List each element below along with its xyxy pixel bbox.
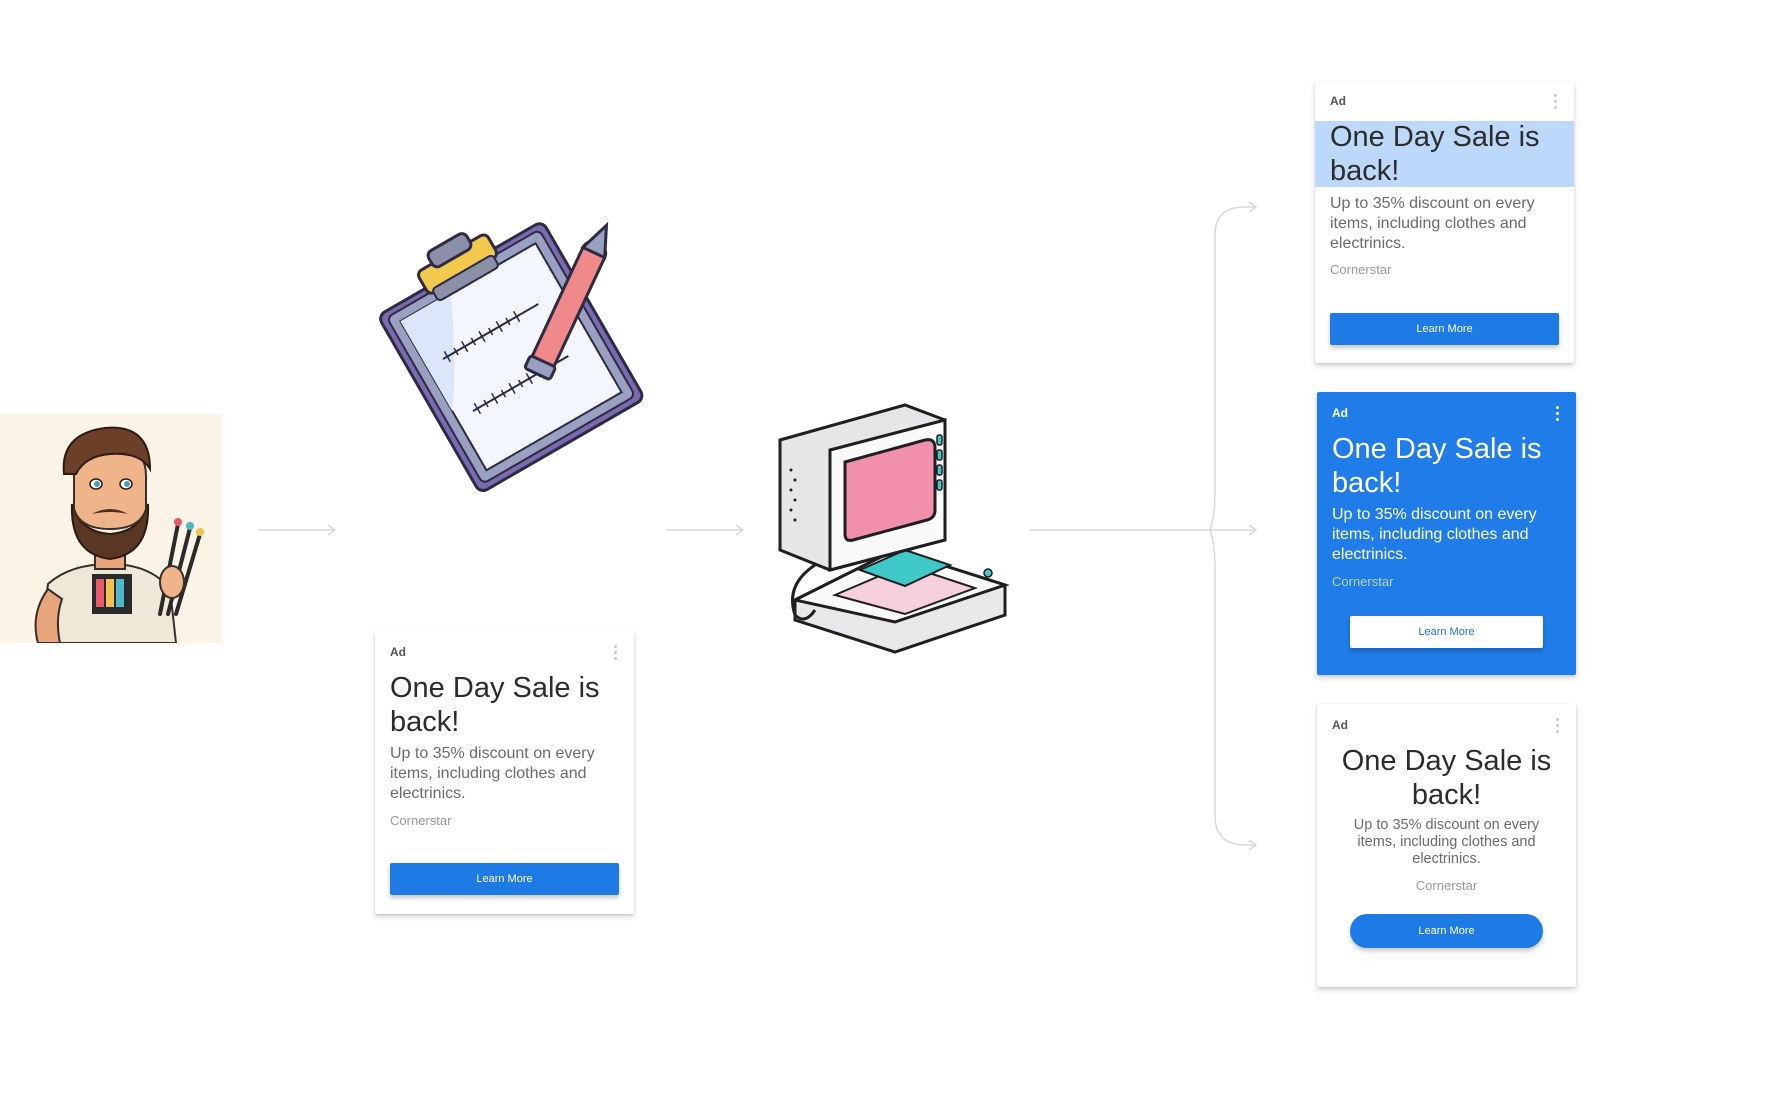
ad-description: Up to 35% discount on every items, inclu… [390,745,595,802]
ad-brand: Cornerstar [1332,574,1394,589]
designer-icon [34,426,204,643]
ad-description: Up to 35% discount on every items, inclu… [1353,817,1540,867]
ad-brand: Cornerstar [390,813,452,828]
learn-more-button[interactable]: Learn More [1350,616,1543,648]
learn-more-button[interactable]: Learn More [1330,313,1559,345]
ad-title: One Day Sale is back! [1341,745,1552,811]
ad-card-source[interactable]: Ad One Day Sale is back! Up to 35% disco… [375,631,634,914]
ad-label: Ad [1330,94,1346,108]
ad-title: One Day Sale is back! [1330,121,1540,187]
ad-card-variant-blue[interactable]: Ad One Day Sale is back! Up to 35% disco… [1317,392,1576,675]
arrow-clipboard-to-computer [666,524,745,536]
ad-label: Ad [390,645,406,659]
arrow-avatar-to-clipboard [258,524,337,536]
more-options-icon[interactable] [1556,406,1560,424]
more-options-icon[interactable] [1556,718,1560,736]
ad-card-variant-highlight[interactable]: Ad One Day Sale is back! Up to 35% disco… [1315,82,1574,363]
learn-more-button[interactable]: Learn More [390,863,619,895]
ad-brand: Cornerstar [1415,878,1478,893]
ad-label: Ad [1332,718,1348,732]
ad-title: One Day Sale is back! [1332,433,1542,499]
ad-label: Ad [1332,406,1348,420]
ad-description: Up to 35% discount on every items, inclu… [1332,506,1537,563]
more-options-icon[interactable] [1554,94,1558,112]
more-options-icon[interactable] [614,645,618,663]
ad-card-variant-centered[interactable]: Ad One Day Sale is back! Up to 35% disco… [1317,704,1576,987]
designer-avatar [0,414,222,643]
computer-icon [778,403,1010,654]
branch-arrows [1030,201,1258,851]
learn-more-button[interactable]: Learn More [1350,914,1543,948]
ad-description: Up to 35% discount on every items, inclu… [1330,195,1535,252]
ad-brand: Cornerstar [1330,262,1392,277]
clipboard-icon [379,221,644,493]
ad-title: One Day Sale is back! [390,672,600,738]
